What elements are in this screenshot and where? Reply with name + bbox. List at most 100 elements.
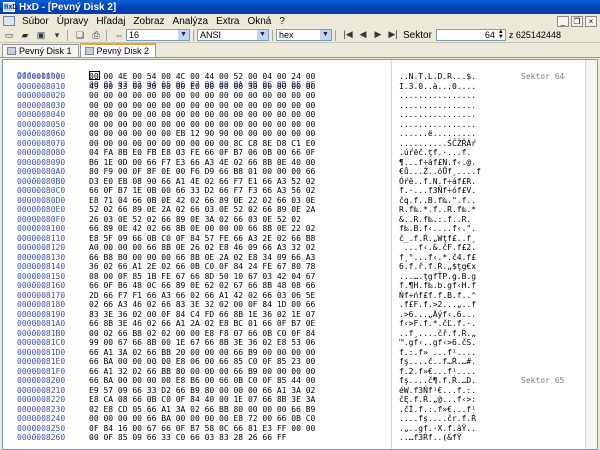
save-dropdown-icon[interactable]: ▾ bbox=[50, 29, 64, 41]
row-ascii-text[interactable]: f¸°...f‹.*.č4.f£ bbox=[399, 253, 476, 262]
row-ascii-text[interactable]: Óŕë..f.N.f÷áf£R. bbox=[399, 177, 476, 186]
row-hex-bytes[interactable]: 00 00 00 00 00 00 00 00 00 00 8C C8 8E D… bbox=[89, 139, 315, 148]
row-offset[interactable]: 00000080A0 bbox=[17, 167, 65, 176]
menu-edit[interactable]: Úpravy bbox=[53, 16, 93, 27]
row-hex-bytes[interactable]: 00 00 00 00 00 00 00 00 00 00 00 00 00 0… bbox=[89, 101, 315, 110]
row-ascii-text[interactable]: ......ë......... bbox=[399, 129, 476, 138]
row-offset[interactable]: 0000008150 bbox=[17, 272, 65, 281]
row-hex-bytes[interactable]: 66 8B 3E 46 02 66 A1 2A 02 E8 BC 01 66 0… bbox=[89, 319, 315, 328]
row-hex-bytes[interactable]: 83 3E 36 02 00 0F 84 C4 FD 66 8B 1E 36 0… bbox=[89, 310, 315, 319]
row-hex-bytes[interactable]: B6 1E 0D 00 66 F7 E3 66 A3 4E 02 66 8B 0… bbox=[89, 158, 315, 167]
last-sector-icon[interactable]: ▶| bbox=[387, 29, 399, 41]
row-offset[interactable]: 0000008240 bbox=[17, 414, 65, 423]
row-hex-bytes[interactable]: 66 A1 32 02 66 BB 80 00 00 00 66 B9 00 0… bbox=[89, 367, 315, 376]
vertical-scrollbar[interactable] bbox=[585, 60, 597, 449]
row-ascii-text[interactable]: ..…f3Ŕf..(&fŸ bbox=[399, 433, 462, 442]
open-folder-icon[interactable]: ▰ bbox=[18, 29, 32, 41]
row-offset[interactable]: 0000008260 bbox=[17, 433, 65, 442]
menu-windows[interactable]: Okná bbox=[243, 16, 275, 27]
row-offset[interactable]: 0000008190 bbox=[17, 310, 65, 319]
row-offset[interactable]: 0000008100 bbox=[17, 224, 65, 233]
row-hex-bytes[interactable]: 66 0F B6 48 0C 66 89 0E 62 02 67 66 8B 4… bbox=[89, 281, 315, 290]
chevron-down-icon[interactable]: ▼ bbox=[178, 30, 189, 40]
row-offset[interactable]: 0000008030 bbox=[17, 101, 65, 110]
row-ascii-text[interactable]: f.¶H.f‰.b.gf‹H.f bbox=[399, 281, 476, 290]
row-hex-bytes[interactable]: 66 A1 3A 02 66 BB 20 00 00 00 66 B9 00 0… bbox=[89, 348, 315, 357]
row-hex-bytes[interactable]: 00 02 66 B8 02 02 00 00 E8 F8 07 66 0B C… bbox=[89, 329, 315, 338]
columns-icon[interactable]: ⇔ bbox=[112, 29, 126, 41]
row-ascii-text[interactable]: ¶...f÷ăf£N.f‹.@. bbox=[399, 158, 476, 167]
row-ascii-text[interactable]: Ńf÷ńf£f.f.B.f..^ bbox=[399, 291, 476, 300]
bytes-per-row-select[interactable]: 16 ▼ bbox=[126, 29, 190, 41]
row-offset[interactable]: 00000080D0 bbox=[17, 196, 65, 205]
row-ascii-text[interactable]: f.·...f3Ňf÷óf£V. bbox=[399, 186, 476, 195]
row-ascii-text[interactable]: .>6...„Äýf‹.6... bbox=[399, 310, 476, 319]
row-hex-bytes[interactable]: 02 E8 CD 05 66 A1 3A 02 66 BB 80 00 00 0… bbox=[89, 405, 315, 414]
row-ascii-text[interactable]: ..........ŚČŽŘÁŕ bbox=[399, 139, 476, 148]
print-icon[interactable]: ⎙ bbox=[89, 29, 103, 41]
row-hex-bytes[interactable]: 00 00 00 00 66 BA 00 00 00 00 E8 72 00 6… bbox=[89, 414, 315, 423]
row-offset[interactable]: 0000008050 bbox=[17, 120, 65, 129]
row-ascii-text[interactable]: f‰.B.f‹....f‹.". bbox=[399, 224, 476, 233]
row-hex-bytes[interactable]: 66 0F B7 1E 0B 00 66 33 D2 66 F7 F3 66 A… bbox=[89, 186, 315, 195]
row-ascii-text[interactable]: čq.f..B.f‰.".f.. bbox=[399, 196, 476, 205]
row-hex-bytes[interactable]: 0F 84 16 00 67 66 0F B7 58 0C 66 81 E3 F… bbox=[89, 424, 315, 433]
row-hex-bytes[interactable]: 04 FA 8B E0 FB E8 03 FE 66 0F B7 06 0B 0… bbox=[89, 148, 315, 157]
row-ascii-text[interactable]: .„..gf.·X.f.ăŸ.. bbox=[399, 424, 476, 433]
row-hex-bytes[interactable]: 00 00 00 00 00 00 00 00 00 00 00 00 00 0… bbox=[89, 120, 315, 129]
row-ascii-text[interactable]: fş....č¶.f.Ŕ.…D. bbox=[399, 376, 476, 385]
row-hex-bytes[interactable]: 99 00 67 66 8B 00 1E 67 66 8B 3E 36 02 E… bbox=[89, 338, 315, 347]
row-hex-bytes[interactable]: 08 00 0F 85 1B FE 67 66 8D 50 10 67 03 4… bbox=[89, 272, 315, 281]
row-ascii-text[interactable]: ................ bbox=[399, 120, 476, 129]
row-offset[interactable]: 0000008010 bbox=[17, 82, 65, 91]
row-offset[interactable]: 0000008060 bbox=[17, 129, 65, 138]
previous-sector-icon[interactable]: ◀ bbox=[357, 29, 369, 41]
row-ascii-text[interactable]: .úŕëč.ţf.·...f. bbox=[399, 148, 471, 157]
hex-editor[interactable]: Offset(h) 00 01 02 03 04 05 06 07 08 09 … bbox=[2, 59, 598, 450]
save-icon[interactable]: ▣ bbox=[34, 29, 48, 41]
row-offset[interactable]: 0000008180 bbox=[17, 300, 65, 309]
menu-view[interactable]: Zobraz bbox=[129, 16, 168, 27]
row-hex-bytes[interactable]: E8 71 04 66 0B 0E 42 02 66 89 0E 22 02 6… bbox=[89, 196, 315, 205]
row-offset[interactable]: 0000008140 bbox=[17, 262, 65, 271]
row-hex-bytes[interactable]: 02 66 A3 46 02 66 83 3E 32 02 00 0F 84 1… bbox=[89, 300, 315, 309]
row-offset[interactable]: 0000008040 bbox=[17, 110, 65, 119]
row-hex-bytes[interactable]: 2D 66 F7 F1 66 A3 66 02 66 A1 42 02 66 0… bbox=[89, 291, 315, 300]
row-hex-bytes[interactable]: E8 5F 09 66 0B C0 0F 84 57 FE 66 A3 2E 0… bbox=[89, 234, 315, 243]
minimize-icon[interactable]: _ bbox=[557, 15, 569, 27]
menu-search[interactable]: Hľadaj bbox=[92, 16, 129, 27]
row-hex-bytes[interactable]: 49 00 33 00 30 00 00 E0 00 00 00 30 00 0… bbox=[89, 82, 315, 91]
row-ascii-text[interactable]: č_.f.Ŕ.„Wţf£..f¸ bbox=[399, 234, 476, 243]
first-sector-icon[interactable]: |◀ bbox=[342, 29, 354, 41]
menu-analysis[interactable]: Analýza bbox=[169, 16, 213, 27]
row-ascii-text[interactable]: ................ bbox=[399, 110, 476, 119]
row-hex-bytes[interactable]: 36 02 66 A1 2E 02 66 0B C0 0F 84 24 FE 6… bbox=[89, 262, 315, 271]
row-hex-bytes[interactable]: 66 89 0E 42 02 66 8B 0E 00 00 00 66 8B 0… bbox=[89, 224, 315, 233]
row-hex-bytes[interactable]: 52 02 66 89 0E 2A 02 66 03 0E 52 02 66 8… bbox=[89, 205, 315, 214]
row-ascii-text[interactable]: ...….ţgfŤP.g.B.g bbox=[399, 272, 476, 281]
row-ascii-text[interactable]: R.f‰.*.f..R.f‰.* bbox=[399, 205, 476, 214]
row-offset[interactable]: 00000080E0 bbox=[17, 205, 65, 214]
restore-icon[interactable]: ❐ bbox=[571, 15, 583, 27]
row-offset[interactable]: 0000008080 bbox=[17, 148, 65, 157]
menu-help[interactable]: ? bbox=[275, 16, 289, 27]
row-hex-bytes[interactable]: 66 BA 00 00 00 00 E8 06 00 66 85 C0 0F 8… bbox=[89, 357, 315, 366]
sector-input[interactable]: 64 ▲ ▼ bbox=[435, 29, 506, 41]
row-offset[interactable]: 00000080F0 bbox=[17, 215, 65, 224]
row-ascii-text[interactable]: .f£F.f.>2...„..f bbox=[399, 300, 476, 309]
row-offset[interactable]: 00000080B0 bbox=[17, 177, 65, 186]
row-offset[interactable]: 0000008220 bbox=[17, 395, 65, 404]
offset-base-select[interactable]: hex ▼ bbox=[276, 29, 332, 41]
row-offset[interactable]: 00000081B0 bbox=[17, 329, 65, 338]
row-offset[interactable]: 0000008020 bbox=[17, 91, 65, 100]
row-hex-bytes[interactable]: 80 F9 00 0F 8F 0E 00 F6 D9 66 B8 01 00 0… bbox=[89, 167, 315, 176]
row-offset[interactable]: 0000008170 bbox=[17, 291, 65, 300]
row-hex-bytes[interactable]: 66 BA 00 00 00 00 E8 B6 00 66 0B C0 0F 8… bbox=[89, 376, 315, 385]
row-ascii-text[interactable]: fş....č..f…Ŕ.…#. bbox=[399, 357, 476, 366]
row-hex-bytes[interactable]: 00 0F 85 09 66 33 C0 66 03 83 28 26 66 F… bbox=[89, 433, 286, 442]
row-hex-bytes[interactable]: 26 03 0E 52 02 66 89 0E 3A 02 66 03 0E 5… bbox=[89, 215, 301, 224]
row-hex-bytes[interactable]: E9 57 09 66 33 D2 66 B9 80 00 00 00 66 A… bbox=[89, 386, 315, 395]
row-hex-bytes[interactable]: 00 00 00 00 00 00 EB 12 90 90 00 00 00 0… bbox=[89, 129, 315, 138]
row-hex-bytes[interactable]: 00 00 4E 00 54 00 4C 00 44 00 52 00 04 0… bbox=[89, 72, 315, 81]
row-offset[interactable]: 0000008200 bbox=[17, 376, 65, 385]
